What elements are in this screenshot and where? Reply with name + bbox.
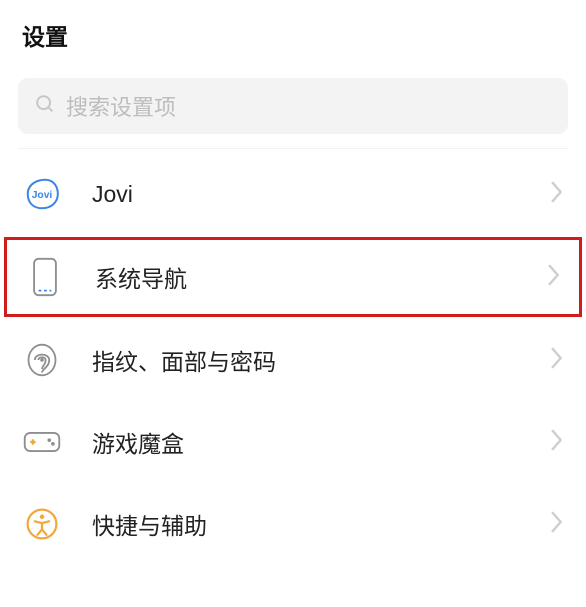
- row-jovi[interactable]: Jovi Jovi: [0, 153, 586, 235]
- row-game-box[interactable]: 游戏魔盒: [0, 401, 586, 483]
- jovi-icon: Jovi: [22, 174, 62, 214]
- chevron-right-icon: [547, 264, 561, 291]
- accessibility-icon: [22, 504, 62, 544]
- row-accessibility[interactable]: 快捷与辅助: [0, 483, 586, 565]
- search-placeholder: 搜索设置项: [66, 90, 176, 122]
- row-label: 游戏魔盒: [92, 425, 520, 459]
- search-container: 搜索设置项: [0, 64, 586, 142]
- search-input[interactable]: 搜索设置项: [18, 78, 568, 134]
- fingerprint-icon: [22, 340, 62, 380]
- row-system-navigation[interactable]: 系统导航: [4, 237, 582, 317]
- chevron-right-icon: [550, 347, 564, 374]
- row-label: 快捷与辅助: [92, 507, 520, 541]
- gamepad-icon: [22, 422, 62, 462]
- phone-nav-icon: [25, 257, 65, 297]
- row-label: 系统导航: [95, 260, 517, 294]
- page-header: 设置: [0, 0, 586, 64]
- search-icon: [34, 93, 56, 120]
- page-title: 设置: [22, 18, 564, 52]
- chevron-right-icon: [550, 181, 564, 208]
- row-label: Jovi: [92, 181, 520, 208]
- settings-list: Jovi Jovi 系统导航 指纹、面部: [0, 149, 586, 565]
- chevron-right-icon: [550, 511, 564, 538]
- chevron-right-icon: [550, 429, 564, 456]
- row-biometrics[interactable]: 指纹、面部与密码: [0, 319, 586, 401]
- row-label: 指纹、面部与密码: [92, 343, 520, 377]
- svg-text:Jovi: Jovi: [32, 190, 53, 201]
